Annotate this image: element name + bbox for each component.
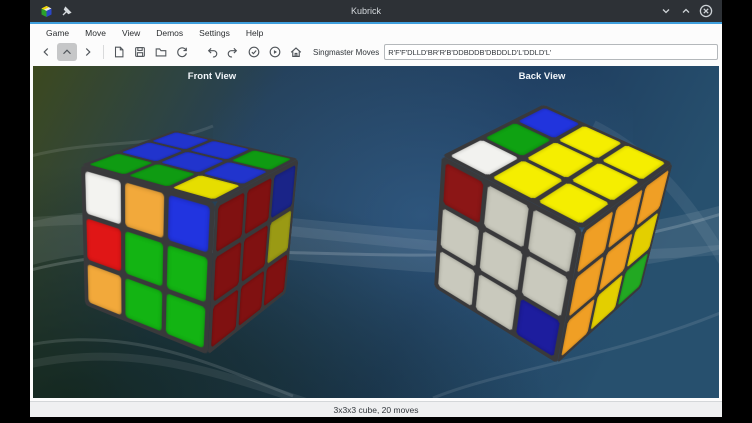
facelet[interactable] (126, 278, 162, 332)
facelet[interactable] (168, 195, 211, 253)
back-view-label: Back View (519, 71, 566, 82)
facelet[interactable] (165, 293, 205, 349)
menu-game[interactable]: Game (38, 28, 77, 38)
reload-icon[interactable] (172, 43, 192, 61)
apply-check-icon[interactable] (244, 43, 264, 61)
facelet[interactable] (271, 165, 296, 219)
go-next-icon[interactable] (78, 43, 98, 61)
undo-icon[interactable] (202, 43, 222, 61)
new-puzzle-icon[interactable] (109, 43, 129, 61)
menu-move[interactable]: Move (77, 28, 114, 38)
open-folder-icon[interactable] (151, 43, 171, 61)
play-icon[interactable] (265, 43, 285, 61)
menu-help[interactable]: Help (238, 28, 271, 38)
app-icon (38, 3, 54, 19)
menu-demos[interactable]: Demos (148, 28, 191, 38)
facelet[interactable] (125, 182, 164, 238)
toolbar: Singmaster Moves (30, 41, 722, 63)
minimize-button[interactable] (658, 3, 674, 19)
facelet[interactable] (85, 171, 121, 225)
statusbar: 3x3x3 cube, 20 moves (30, 401, 722, 417)
kubrick-window: Kubrick Game Move View Demos Settings (30, 0, 722, 417)
facelet[interactable] (88, 264, 122, 316)
back-cube[interactable] (475, 152, 625, 302)
singmaster-moves-label: Singmaster Moves (313, 48, 379, 57)
toolbar-separator (103, 45, 104, 59)
front-cube[interactable] (115, 158, 265, 308)
pin-icon[interactable] (58, 3, 74, 19)
facelet[interactable] (86, 219, 121, 272)
status-text: 3x3x3 cube, 20 moves (333, 405, 418, 415)
cube-viewport[interactable]: Front View Back View (33, 66, 719, 398)
redo-icon[interactable] (223, 43, 243, 61)
go-previous-icon[interactable] (36, 43, 56, 61)
titlebar[interactable]: Kubrick (30, 0, 722, 22)
maximize-button[interactable] (678, 3, 694, 19)
menu-view[interactable]: View (114, 28, 148, 38)
facelet[interactable] (125, 231, 162, 286)
viewport-frame: Front View Back View (30, 63, 722, 401)
close-button[interactable] (698, 3, 714, 19)
go-up-icon[interactable] (57, 43, 77, 61)
menu-settings[interactable]: Settings (191, 28, 238, 38)
facelet[interactable] (166, 245, 207, 302)
window-title: Kubrick (76, 6, 656, 16)
menubar: Game Move View Demos Settings Help (30, 24, 722, 41)
home-icon[interactable] (286, 43, 306, 61)
front-view-label: Front View (188, 71, 236, 82)
singmaster-moves-input[interactable] (384, 44, 718, 60)
screen: Kubrick Game Move View Demos Settings (0, 0, 752, 423)
save-icon[interactable] (130, 43, 150, 61)
facelet[interactable] (267, 210, 291, 264)
